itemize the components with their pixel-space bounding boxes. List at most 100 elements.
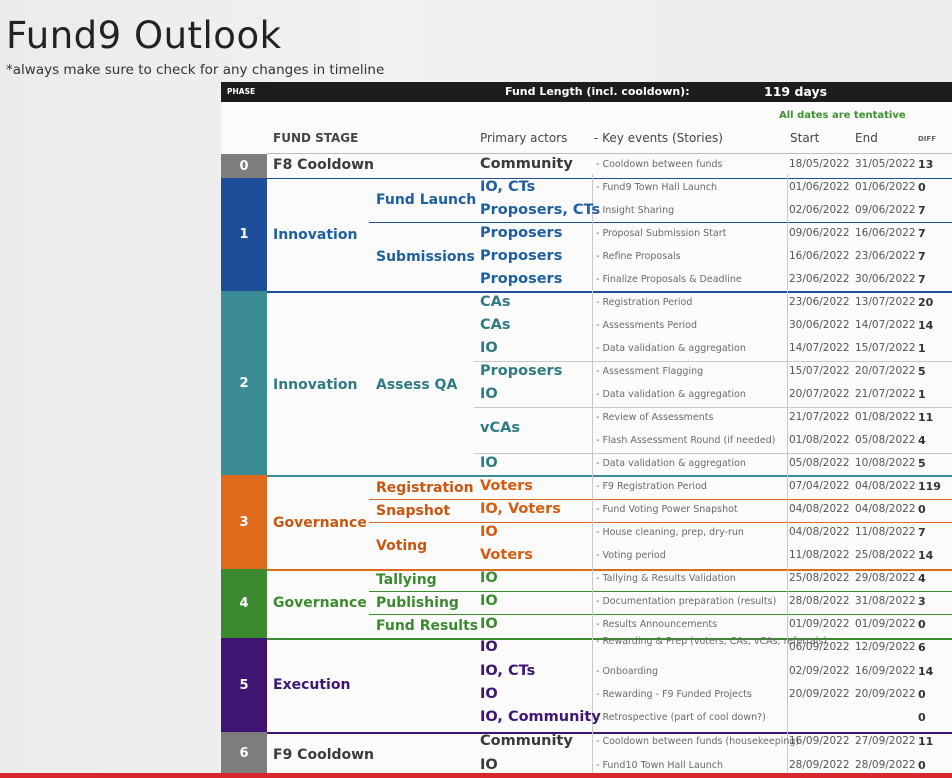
col-events: - Key events (Stories) (594, 131, 723, 145)
phase-number: 4 (239, 596, 249, 611)
actor-cell: IO (480, 340, 498, 356)
event-cell: - Rewarding - F9 Funded Projects (596, 689, 752, 700)
diff-value: 7 (918, 526, 926, 539)
actor-cell: IO, Community (480, 709, 601, 725)
end-date: 01/08/2022 (855, 411, 916, 423)
event-cell: - Finalize Proposals & Deadline (596, 274, 742, 285)
diff-value: 13 (918, 158, 934, 171)
phase-band-1: 1 (221, 178, 267, 291)
end-date: 14/07/2022 (855, 319, 916, 331)
stage-label: F9 Cooldown (273, 747, 375, 763)
actor-cell: CAs (480, 317, 511, 333)
stage-label: Innovation (273, 377, 358, 393)
col-line (787, 174, 788, 774)
diff-value: 7 (918, 227, 926, 240)
separator (267, 475, 952, 477)
actor-cell: IO (480, 524, 498, 540)
diff-value: 6 (918, 641, 926, 654)
col-line (592, 174, 593, 774)
end-date: 10/08/2022 (855, 457, 916, 469)
substage-label: Tallying (376, 572, 437, 588)
start-date: 07/04/2022 (789, 480, 850, 492)
phase-header: PHASE (227, 87, 256, 96)
event-cell: - Cooldown between funds (housekeeping) (596, 736, 800, 747)
bottom-bar (0, 773, 952, 778)
phase-band-5: 5 (221, 638, 267, 732)
end-date: 27/09/2022 (855, 735, 916, 747)
row-line (474, 361, 952, 362)
actor-cell: IO, CTs (480, 179, 536, 195)
end-date: 23/06/2022 (855, 250, 916, 262)
diff-value: 14 (918, 319, 934, 332)
phase-band-2: 2 (221, 291, 267, 475)
col-end: End (855, 131, 878, 145)
event-cell: - Fund10 Town Hall Launch (596, 760, 724, 771)
diff-value: 7 (918, 250, 926, 263)
substage-label: Registration (376, 480, 474, 496)
diff-value: 5 (918, 457, 926, 470)
actor-cell: IO (480, 386, 498, 402)
phase-band-4: 4 (221, 569, 267, 638)
event-cell: - Registration Period (596, 297, 693, 308)
event-cell: - Fund9 Town Hall Launch (596, 182, 718, 193)
start-date: 04/08/2022 (789, 526, 850, 538)
actor-cell: Proposers (480, 225, 563, 241)
end-date: 11/08/2022 (855, 526, 916, 538)
actor-cell: vCAs (480, 420, 520, 436)
row-line (369, 614, 952, 615)
separator (267, 291, 952, 293)
end-date: 20/09/2022 (855, 688, 916, 700)
start-date: 30/06/2022 (789, 319, 850, 331)
diff-value: 0 (918, 688, 926, 701)
start-date: 18/05/2022 (789, 158, 850, 170)
diff-value: 0 (918, 503, 926, 516)
row-line (474, 453, 952, 454)
end-date: 13/07/2022 (855, 296, 916, 308)
event-cell: - Data validation & aggregation (596, 389, 746, 400)
start-date: 04/08/2022 (789, 503, 850, 515)
start-date: 09/06/2022 (789, 227, 850, 239)
col-stage: FUND STAGE (273, 131, 359, 145)
substage-label: Snapshot (376, 503, 451, 519)
event-cell: - Cooldown between funds (596, 159, 723, 170)
event-cell: - Review of Assessments (596, 412, 714, 423)
phase-number: 3 (239, 514, 249, 530)
diff-value: 7 (918, 204, 926, 217)
actor-cell: IO, Voters (480, 501, 561, 517)
actor-cell: IO (480, 570, 498, 586)
start-date: 20/09/2022 (789, 688, 850, 700)
substage-label: Fund Launch (376, 192, 477, 208)
actor-cell: Voters (480, 547, 533, 563)
end-date: 30/06/2022 (855, 273, 916, 285)
end-date: 09/06/2022 (855, 204, 916, 216)
start-date: 05/08/2022 (789, 457, 850, 469)
row-line (369, 591, 952, 592)
diff-value: 3 (918, 595, 926, 608)
actor-cell: IO (480, 455, 498, 471)
start-date: 23/06/2022 (789, 273, 850, 285)
diff-value: 11 (918, 411, 934, 424)
start-date: 28/08/2022 (789, 595, 850, 607)
event-cell: - Onboarding (596, 666, 659, 677)
event-cell: - Retrospective (part of cool down?) (596, 712, 766, 723)
end-date: 05/08/2022 (855, 434, 916, 446)
row-line (369, 499, 952, 500)
diff-value: 0 (918, 618, 926, 631)
actor-cell: Proposers, CTs (480, 202, 601, 218)
diff-value: 0 (918, 181, 926, 194)
diff-value: 20 (918, 296, 934, 309)
substage-label: Voting (376, 538, 428, 554)
stage-label: Governance (273, 515, 367, 531)
event-cell: - Assessment Flagging (596, 366, 704, 377)
end-date: 31/05/2022 (855, 158, 916, 170)
actor-cell: IO (480, 686, 498, 702)
tentative-note: All dates are tentative (779, 110, 906, 121)
start-date: 14/07/2022 (789, 342, 850, 354)
actor-cell: Proposers (480, 271, 563, 287)
phase-number: 2 (239, 375, 249, 391)
event-cell: - F9 Registration Period (596, 481, 707, 492)
start-date: 16/09/2022 (789, 735, 850, 747)
end-date: 21/07/2022 (855, 388, 916, 400)
event-cell: - Tallying & Results Validation (596, 573, 736, 584)
event-cell: - Flash Assessment Round (if needed) (596, 435, 776, 446)
